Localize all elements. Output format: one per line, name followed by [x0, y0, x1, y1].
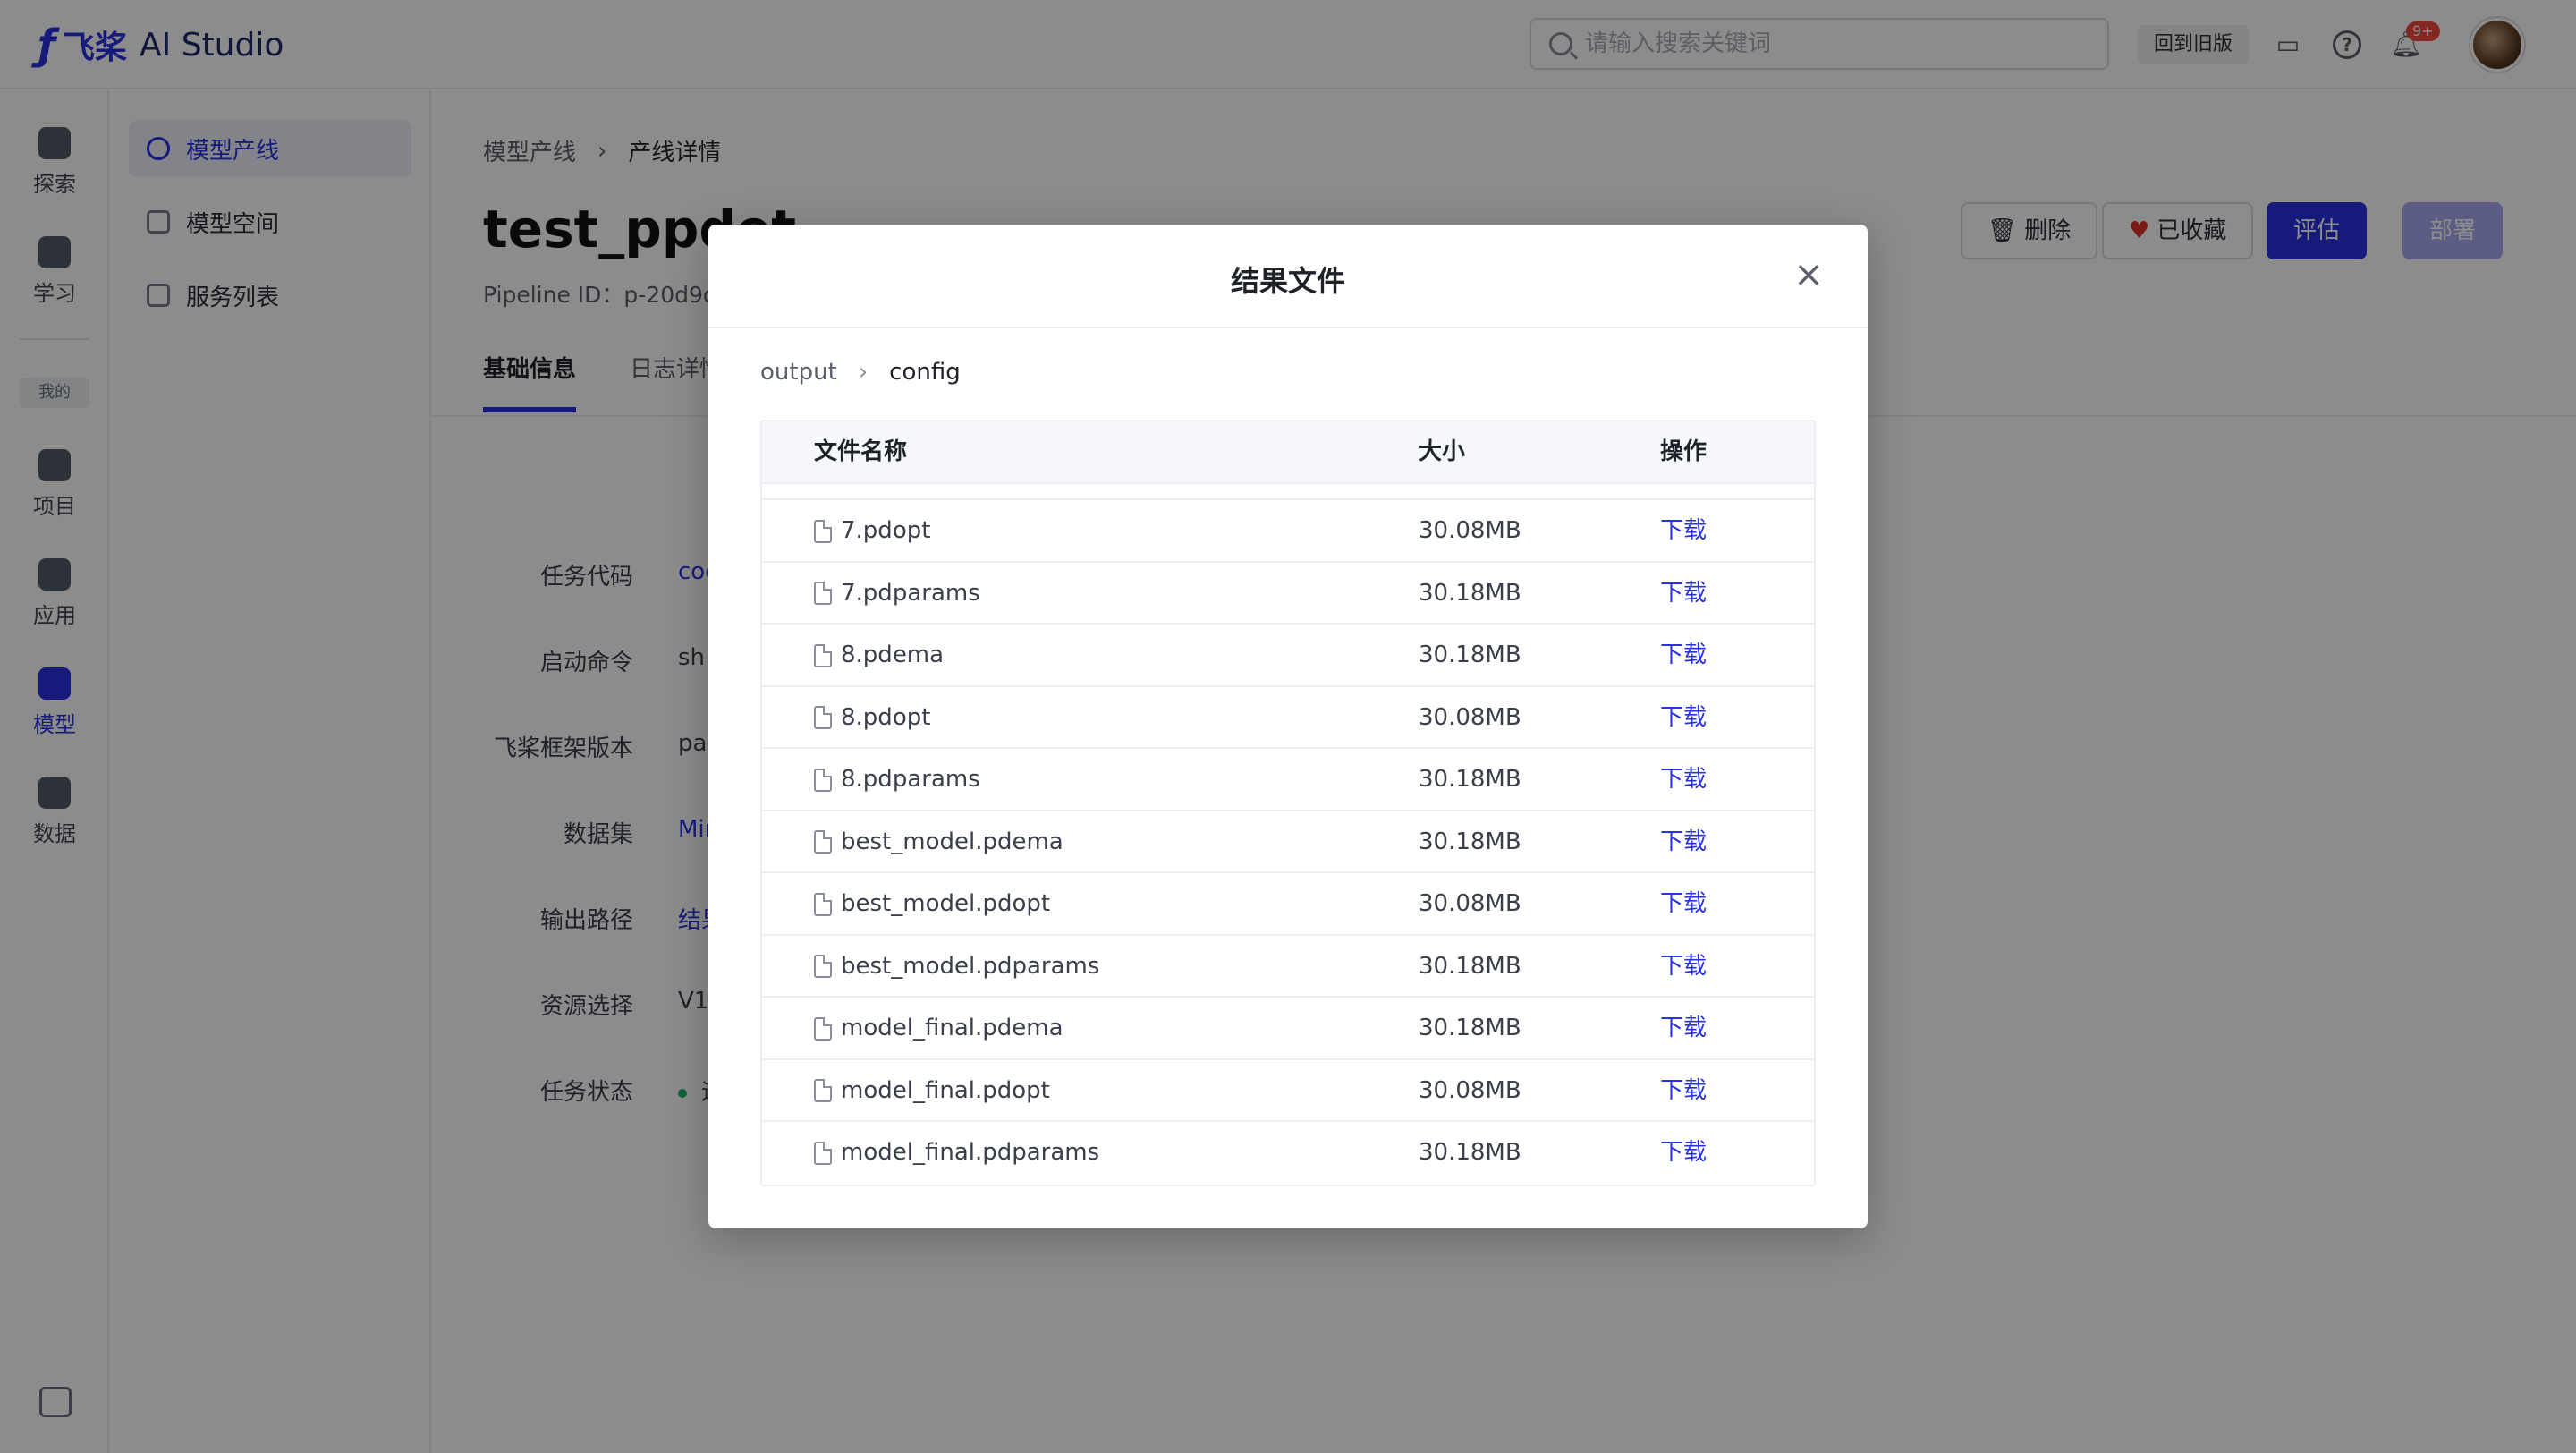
file-name-cell: best_model.pdparams: [814, 936, 1099, 998]
file-name: model_final.pdopt: [841, 1076, 1050, 1104]
table-row: 8.pdopt 30.08MB 下载: [762, 687, 1814, 749]
modal-breadcrumb: output › config: [760, 359, 961, 386]
table-row: model_final.pdopt 30.08MB 下载: [762, 1060, 1814, 1122]
file-rows: 7.pdopt 30.08MB 下载 7.pdparams 30.18MB 下载 8.pde…: [762, 500, 1814, 1185]
breadcrumb-output[interactable]: output: [760, 359, 837, 386]
modal-title: 结果文件: [1230, 264, 1345, 298]
file-name-cell: best_model.pdema: [814, 811, 1063, 873]
download-link[interactable]: 下载: [1660, 563, 1707, 625]
download-link[interactable]: 下载: [1660, 625, 1707, 686]
table-row: 7.pdopt 30.08MB 下载: [762, 500, 1814, 563]
chevron-right-icon: ›: [858, 359, 869, 386]
file-name-cell: 7.pdopt: [814, 500, 930, 562]
close-icon[interactable]: ×: [1791, 257, 1826, 293]
file-size: 30.08MB: [1419, 517, 1521, 544]
file-icon: [814, 706, 832, 729]
download-link[interactable]: 下载: [1660, 500, 1707, 562]
file-name-cell: model_final.pdema: [814, 998, 1063, 1059]
file-name: 7.pdparams: [841, 579, 980, 607]
file-size: 30.18MB: [1419, 579, 1521, 607]
download-link[interactable]: 下载: [1660, 811, 1707, 873]
file-size: 30.08MB: [1419, 890, 1521, 917]
table-row: 7.pdparams 30.18MB 下载: [762, 563, 1814, 625]
file-name-cell: model_final.pdopt: [814, 1060, 1050, 1122]
file-table: 文件名称 大小 操作 7.pdopt 30.08MB 下载 7.pdparams 30.…: [760, 420, 1816, 1186]
result-files-modal: 结果文件 × output › config 文件名称 大小 操作 7.pdop…: [708, 225, 1868, 1228]
file-name-cell: model_final.pdparams: [814, 1122, 1099, 1184]
table-row: model_final.pdparams 30.18MB 下载: [762, 1122, 1814, 1185]
file-name-cell: 8.pdema: [814, 625, 944, 686]
file-icon: [814, 519, 832, 543]
file-size: 30.18MB: [1419, 828, 1521, 855]
download-link[interactable]: 下载: [1660, 1060, 1707, 1122]
file-icon: [814, 1016, 832, 1041]
file-name: 8.pdopt: [841, 703, 931, 731]
file-name: 8.pdparams: [841, 766, 980, 793]
breadcrumb-config: config: [889, 359, 961, 386]
column-header-name: 文件名称: [814, 438, 908, 465]
column-header-size: 大小: [1419, 438, 1466, 465]
file-size: 30.18MB: [1419, 1139, 1521, 1166]
table-header: 文件名称 大小 操作: [762, 421, 1814, 484]
file-size: 30.08MB: [1419, 1076, 1521, 1104]
file-name-cell: best_model.pdopt: [814, 873, 1050, 935]
table-row: best_model.pdopt 30.08MB 下载: [762, 873, 1814, 936]
file-size: 30.18MB: [1419, 766, 1521, 793]
file-icon: [814, 1141, 832, 1165]
download-link[interactable]: 下载: [1660, 998, 1707, 1059]
file-size: 30.08MB: [1419, 703, 1521, 731]
table-row: 8.pdparams 30.18MB 下载: [762, 749, 1814, 811]
file-size: 30.18MB: [1419, 952, 1521, 980]
file-name: best_model.pdopt: [841, 890, 1051, 917]
file-name-cell: 8.pdparams: [814, 749, 980, 811]
file-name: model_final.pdparams: [841, 1139, 1100, 1166]
table-row: best_model.pdema 30.18MB 下载: [762, 811, 1814, 873]
table-row: best_model.pdparams 30.18MB 下载: [762, 936, 1814, 998]
column-header-op: 操作: [1660, 438, 1707, 465]
download-link[interactable]: 下载: [1660, 749, 1707, 811]
file-size: 30.18MB: [1419, 1015, 1521, 1041]
download-link[interactable]: 下载: [1660, 1122, 1707, 1184]
file-icon: [814, 1079, 832, 1102]
table-row: 8.pdema 30.18MB 下载: [762, 625, 1814, 687]
table-row: model_final.pdema 30.18MB 下载: [762, 998, 1814, 1060]
file-name: model_final.pdema: [841, 1015, 1063, 1041]
download-link[interactable]: 下载: [1660, 936, 1707, 998]
file-size: 30.18MB: [1419, 642, 1521, 668]
table-scroll-gap: [762, 484, 1814, 500]
file-name: 8.pdema: [841, 642, 945, 668]
file-name: best_model.pdema: [841, 828, 1063, 855]
download-link[interactable]: 下载: [1660, 687, 1707, 749]
file-icon: [814, 955, 832, 978]
modal-header: 结果文件 ×: [708, 225, 1868, 328]
file-icon: [814, 768, 832, 792]
file-icon: [814, 892, 832, 916]
file-icon: [814, 582, 832, 605]
download-link[interactable]: 下载: [1660, 873, 1707, 935]
file-icon: [814, 830, 832, 854]
file-icon: [814, 643, 832, 667]
file-name: best_model.pdparams: [841, 952, 1100, 980]
file-name: 7.pdopt: [841, 517, 931, 544]
file-name-cell: 7.pdparams: [814, 563, 980, 625]
file-name-cell: 8.pdopt: [814, 687, 930, 749]
